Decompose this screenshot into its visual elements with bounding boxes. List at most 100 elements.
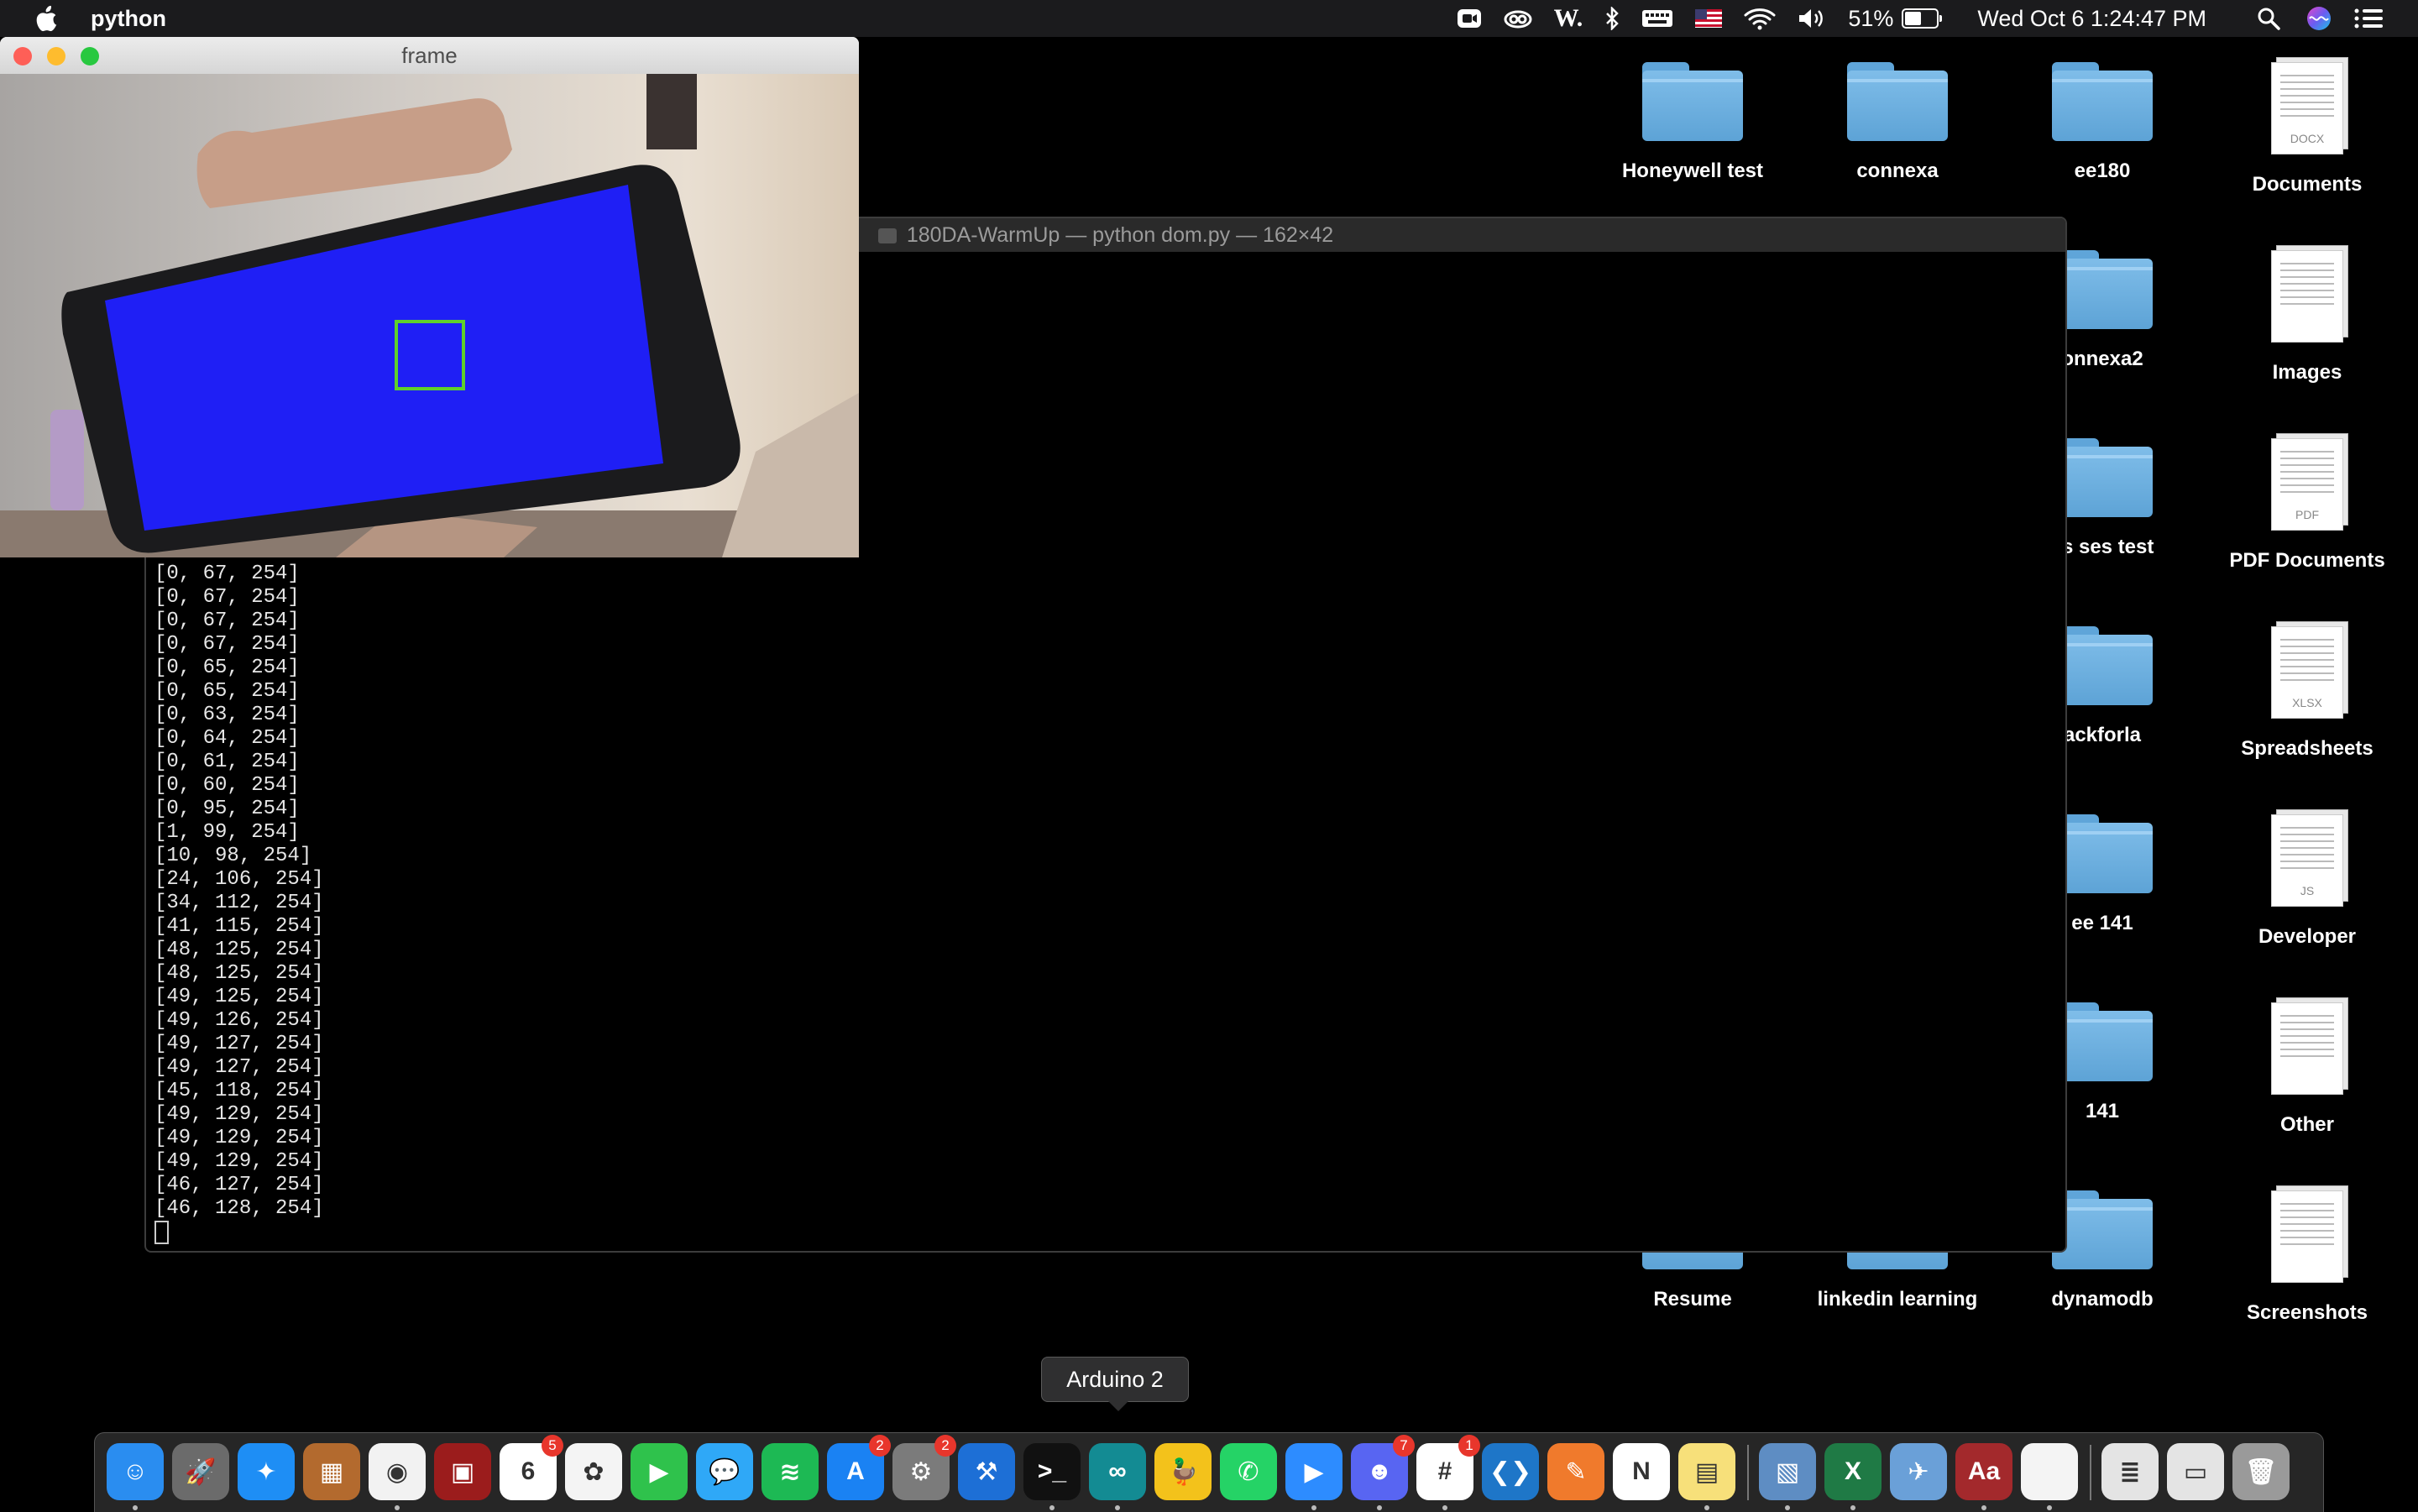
running-indicator: [1311, 1505, 1316, 1510]
folder-proxy-icon[interactable]: [877, 228, 897, 244]
safari-icon[interactable]: ✦: [238, 1443, 295, 1500]
desktop-icon-other[interactable]: Other: [2206, 1002, 2408, 1137]
word-w-icon[interactable]: W.: [1554, 4, 1583, 33]
dock-glyph: ≋: [779, 1457, 801, 1486]
running-indicator: [1115, 1505, 1120, 1510]
terminal-icon[interactable]: >_: [1023, 1443, 1081, 1500]
terminal-output[interactable]: [0, 67, 254] [0, 67, 254] [0, 67, 254] [0, …: [154, 562, 324, 1245]
launchpad-icon[interactable]: 🚀: [172, 1443, 229, 1500]
battery-percent[interactable]: 51%: [1848, 6, 1893, 32]
spotify-icon[interactable]: ≋: [762, 1443, 819, 1500]
terminal-line: [46, 127, 254]: [154, 1174, 324, 1196]
cyberduck-icon[interactable]: 🦆: [1154, 1443, 1212, 1500]
dock-glyph: ◉: [385, 1457, 409, 1486]
stickies-icon[interactable]: ▤: [1678, 1443, 1735, 1500]
screenshot-stack-icon[interactable]: ▭: [2167, 1443, 2224, 1500]
frame-window[interactable]: frame: [0, 37, 859, 557]
xcode-icon[interactable]: ⚒: [958, 1443, 1015, 1500]
app-store-icon[interactable]: A2: [827, 1435, 891, 1500]
dock-glyph: ▶: [649, 1457, 669, 1486]
slack-icon[interactable]: #1: [1416, 1435, 1480, 1500]
us-flag-icon[interactable]: [1695, 9, 1723, 28]
dock-glyph: ☺: [122, 1457, 149, 1485]
preview-icon[interactable]: ▧: [1759, 1443, 1816, 1500]
desktop-icon-ee180[interactable]: ee180: [2002, 62, 2203, 183]
terminal-line: [0, 65, 254]: [154, 657, 300, 679]
desktop-icon-developer[interactable]: JS Developer: [2206, 814, 2408, 949]
chrome-icon[interactable]: ◉: [369, 1443, 426, 1500]
running-indicator: [1850, 1505, 1855, 1510]
photos-icon[interactable]: ✿: [565, 1443, 622, 1500]
dictionary-icon[interactable]: Aa: [1955, 1443, 2012, 1500]
terminal-prompt-line: [154, 1221, 324, 1245]
terminal-line: [49, 126, 254]: [154, 1009, 324, 1032]
creative-cloud-icon[interactable]: [1504, 8, 1532, 29]
battery-icon[interactable]: [1902, 8, 1943, 29]
facetime-icon[interactable]: ▶: [631, 1443, 688, 1500]
terminal-line: [0, 67, 254]: [154, 586, 300, 609]
document-icon[interactable]: [2021, 1443, 2078, 1500]
control-center-icon[interactable]: [2354, 8, 2383, 29]
siri-icon[interactable]: [2305, 5, 2332, 32]
running-indicator: [1049, 1505, 1055, 1510]
terminal-line: [0, 65, 254]: [154, 680, 300, 703]
desktop-icon-honeywell-test[interactable]: Honeywell test: [1592, 62, 1793, 183]
notion-icon[interactable]: N: [1613, 1443, 1670, 1500]
folder-icon: [1642, 62, 1743, 141]
whatsapp-icon[interactable]: ✆: [1220, 1443, 1277, 1500]
terminal-line: [0, 64, 254]: [154, 727, 300, 750]
dock-glyph: A: [846, 1457, 865, 1485]
downloads-stack-icon[interactable]: ≣: [2101, 1443, 2159, 1500]
door-frame: [646, 74, 697, 149]
desktop-icon-label: connexa: [1856, 160, 1939, 182]
desktop-icon-images[interactable]: Images: [2206, 250, 2408, 385]
volume-icon[interactable]: [1798, 8, 1826, 29]
system-preferences-icon[interactable]: ⚙ 2: [892, 1435, 956, 1500]
bluetooth-icon[interactable]: [1604, 7, 1620, 30]
terminal-line: [0, 63, 254]: [154, 704, 300, 726]
desktop-icon-documents[interactable]: DOCX Documents: [2206, 62, 2408, 196]
zoom-icon[interactable]: [1457, 8, 1482, 29]
terminal-line: [46, 128, 254]: [154, 1197, 324, 1220]
notification-badge: 5: [542, 1435, 563, 1457]
mail-stamp-icon[interactable]: ✈: [1890, 1443, 1947, 1500]
wifi-icon[interactable]: [1744, 7, 1776, 30]
discord-icon[interactable]: ☻ 7: [1351, 1435, 1415, 1500]
desktop-icon-label: Honeywell test: [1621, 160, 1764, 182]
desktop-icon-connexa[interactable]: connexa: [1797, 62, 1998, 183]
arduino-icon[interactable]: ∞: [1089, 1443, 1146, 1500]
frame-titlebar[interactable]: frame: [0, 37, 859, 75]
zoom-icon[interactable]: ▶: [1285, 1443, 1342, 1500]
trash-icon[interactable]: 🗑: [2232, 1443, 2290, 1500]
terminal-line: [41, 115, 254]: [154, 915, 324, 938]
document-stack-icon: PDF: [2271, 438, 2343, 531]
desktop-icon-screenshots[interactable]: Screenshots: [2206, 1190, 2408, 1325]
running-indicator: [1785, 1505, 1790, 1510]
terminal-line: [48, 125, 254]: [154, 962, 324, 985]
calculator-icon[interactable]: ▦: [303, 1443, 360, 1500]
desktop-icon-spreadsheets[interactable]: XLSX Spreadsheets: [2206, 626, 2408, 761]
running-indicator: [1981, 1505, 1986, 1510]
excel-icon[interactable]: X: [1824, 1443, 1882, 1500]
terminal-line: [45, 118, 254]: [154, 1080, 324, 1102]
finder-icon[interactable]: ☺: [107, 1443, 164, 1500]
notification-badge: 1: [1458, 1435, 1480, 1457]
running-indicator: [1704, 1505, 1709, 1510]
desktop-icon-pdf-documents[interactable]: PDF PDF Documents: [2206, 438, 2408, 573]
apple-menu-icon[interactable]: [34, 4, 59, 33]
vscode-icon[interactable]: ❮❯: [1482, 1443, 1539, 1500]
messages-icon[interactable]: 💬: [696, 1443, 753, 1500]
active-app-name[interactable]: python: [91, 6, 166, 32]
spotlight-icon[interactable]: [2257, 7, 2280, 30]
terminal-line: [0, 60, 254]: [154, 774, 300, 797]
dock-separator: [1747, 1445, 1749, 1500]
dock-tooltip: Arduino 2: [1041, 1357, 1189, 1411]
photo-booth-icon[interactable]: ▣: [434, 1443, 491, 1500]
dock-glyph: ▭: [2183, 1457, 2208, 1486]
dock-glyph: X: [1844, 1457, 1861, 1485]
keyboard-icon[interactable]: [1641, 8, 1673, 29]
desktop-icon-label: Other: [2279, 1113, 2334, 1136]
paw-icon[interactable]: ✎: [1547, 1443, 1604, 1500]
menubar-clock[interactable]: Wed Oct 6 1:24:47 PM: [1977, 6, 2206, 32]
calendar-icon[interactable]: 65: [500, 1435, 563, 1500]
